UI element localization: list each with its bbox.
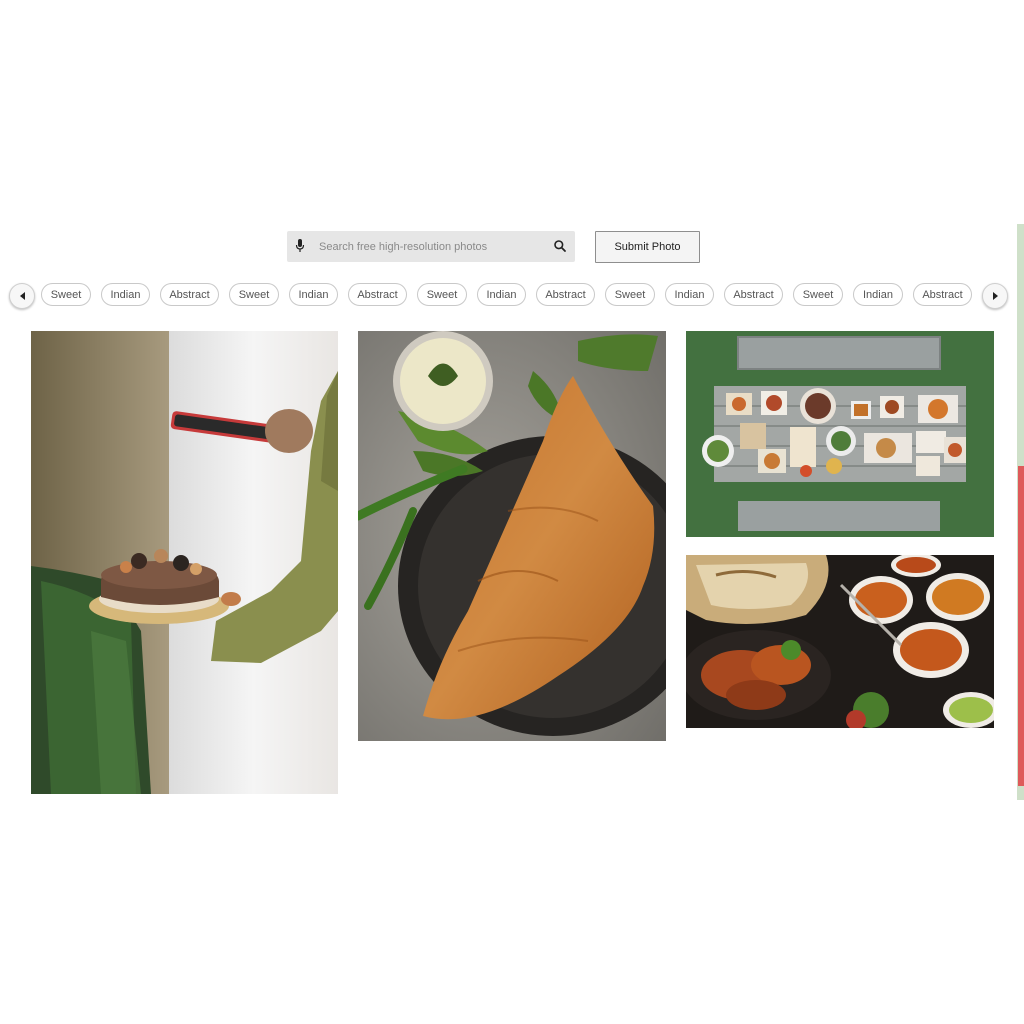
gallery-photo-curries[interactable] bbox=[686, 555, 994, 728]
tag-chip-abstract[interactable]: Abstract bbox=[348, 283, 407, 306]
tag-chip-abstract[interactable]: Abstract bbox=[536, 283, 595, 306]
tag-chip-sweet[interactable]: Sweet bbox=[605, 283, 655, 306]
tag-chip-sweet[interactable]: Sweet bbox=[41, 283, 91, 306]
tag-carousel: Sweet Indian Abstract Sweet Indian Abstr… bbox=[9, 282, 1009, 309]
gallery-photo-picnic[interactable] bbox=[686, 331, 994, 537]
tag-chip-abstract[interactable]: Abstract bbox=[913, 283, 972, 306]
tag-chip-indian[interactable]: Indian bbox=[853, 283, 903, 306]
tag-chip-indian[interactable]: Indian bbox=[665, 283, 714, 306]
submit-photo-button[interactable]: Submit Photo bbox=[595, 231, 700, 263]
tag-chip-sweet[interactable]: Sweet bbox=[793, 283, 843, 306]
carousel-prev-button[interactable] bbox=[9, 283, 35, 309]
dosa-photo bbox=[358, 331, 666, 741]
tag-chip-indian[interactable]: Indian bbox=[101, 283, 150, 306]
curries-photo bbox=[686, 555, 994, 728]
tag-chip-indian[interactable]: Indian bbox=[477, 283, 526, 306]
tag-chip-abstract[interactable]: Abstract bbox=[724, 283, 783, 306]
carousel-next-button[interactable] bbox=[982, 283, 1008, 309]
gallery-photo-dosa[interactable] bbox=[358, 331, 666, 741]
scrollbar-thumb[interactable] bbox=[1018, 466, 1024, 786]
cake-photo bbox=[31, 331, 338, 794]
gallery-photo-cake[interactable] bbox=[31, 331, 338, 794]
search-input[interactable] bbox=[319, 235, 547, 258]
search-bar bbox=[287, 231, 575, 262]
picnic-photo bbox=[686, 331, 994, 537]
tag-chip-sweet[interactable]: Sweet bbox=[417, 283, 467, 306]
tag-chip-indian[interactable]: Indian bbox=[289, 283, 338, 306]
tag-chip-abstract[interactable]: Abstract bbox=[160, 283, 219, 306]
microphone-icon[interactable] bbox=[295, 239, 305, 253]
caret-left-icon bbox=[19, 292, 25, 300]
tag-chip-sweet[interactable]: Sweet bbox=[229, 283, 279, 306]
magnifier-icon[interactable] bbox=[553, 239, 567, 253]
caret-right-icon bbox=[992, 292, 998, 300]
